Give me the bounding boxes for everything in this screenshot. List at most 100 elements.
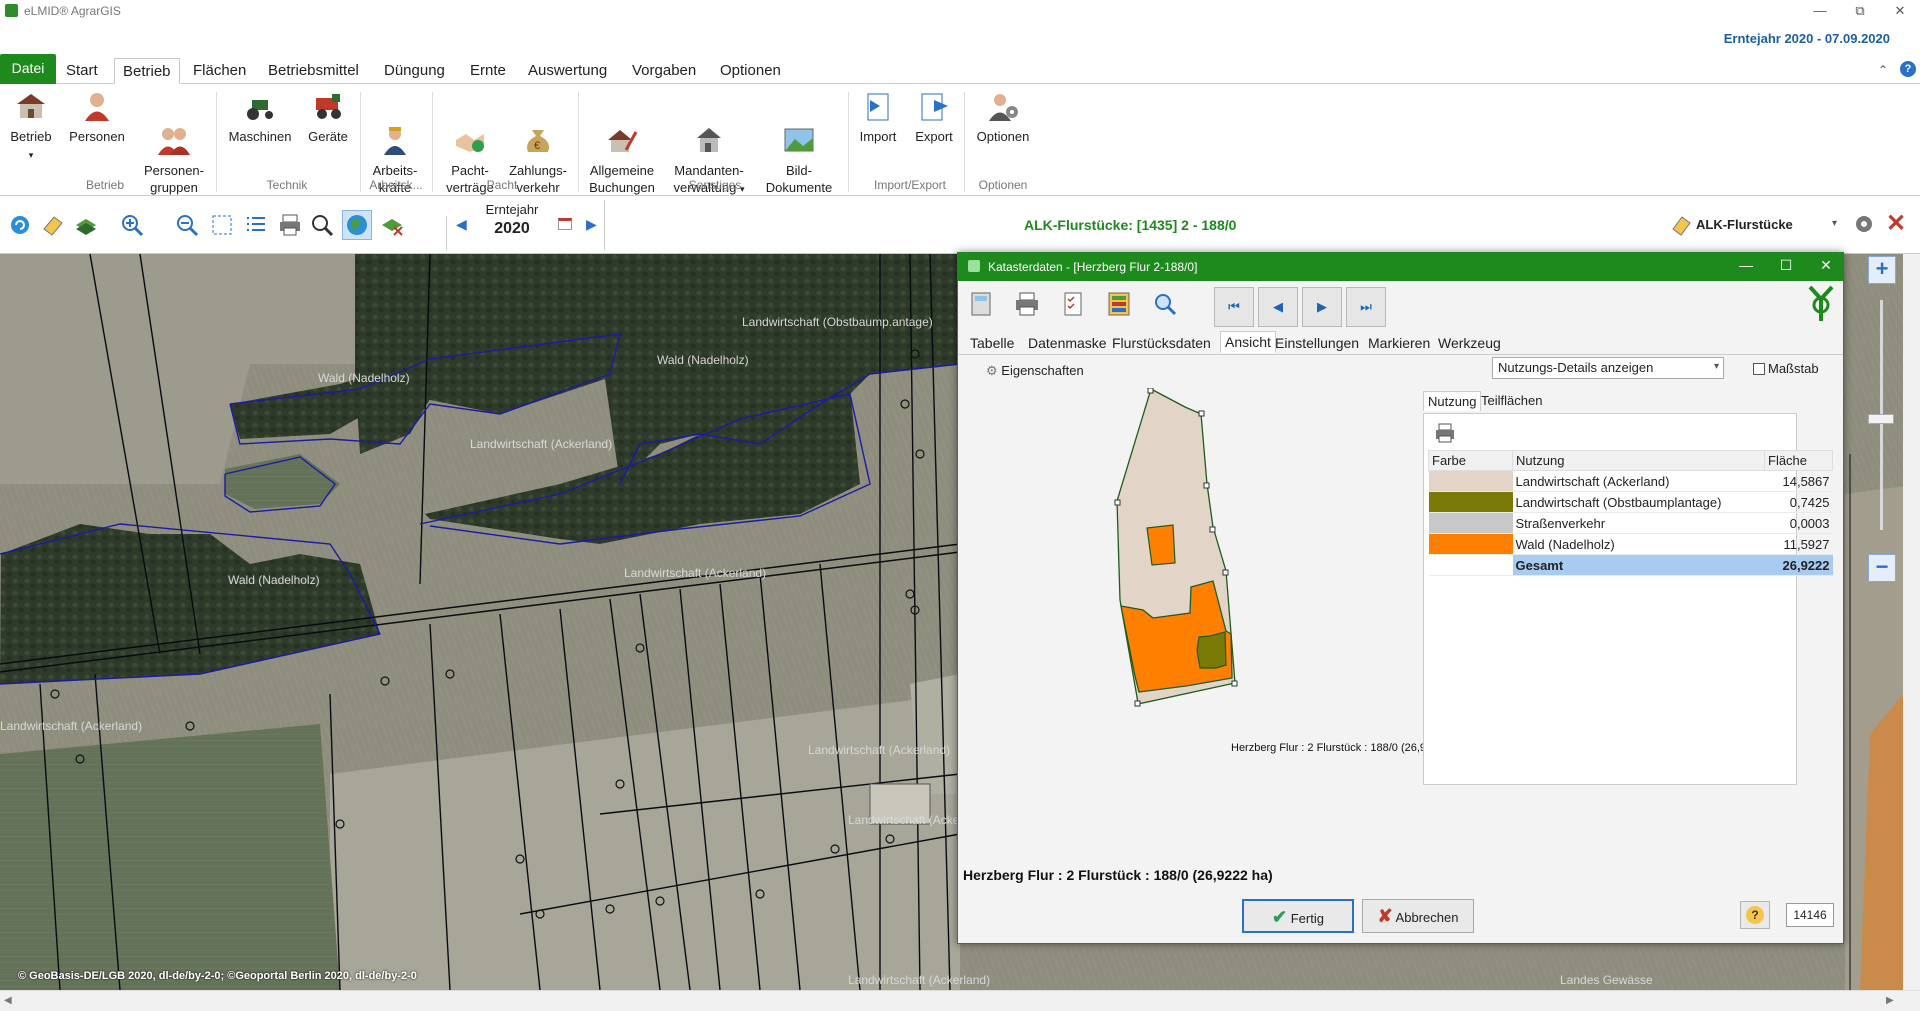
table-row[interactable]: Landwirtschaft (Obstbaumplantage) 0,7425 (1428, 491, 1833, 513)
first-record-icon[interactable]: ⏮ (1214, 287, 1254, 327)
ribbon-personen-button[interactable]: Personen (66, 90, 128, 145)
search-icon[interactable] (1152, 291, 1178, 317)
ribbon-personengruppen-button[interactable]: Personen- gruppen (138, 90, 210, 196)
collapse-ribbon-icon[interactable]: ⌃ (1878, 63, 1888, 77)
zoom-out-icon[interactable] (175, 213, 199, 237)
close-map-icon[interactable]: ✕ (1886, 209, 1906, 238)
ribbon-bild-dokumente-button[interactable]: Bild- Dokumente (758, 90, 840, 196)
gear-icon: ⚙ (986, 363, 998, 378)
restore-icon[interactable]: ⧉ (1840, 2, 1880, 20)
eigenschaften-button[interactable]: ⚙ Eigenschaften (986, 363, 1084, 379)
close-window-icon[interactable]: ✕ (1880, 2, 1920, 20)
last-record-icon[interactable]: ⏭ (1346, 287, 1386, 327)
zoom-in-button[interactable]: + (1868, 256, 1896, 284)
print-icon[interactable] (1014, 291, 1040, 317)
menu-tab-duengung[interactable]: Düngung (376, 58, 453, 84)
print-icon[interactable] (278, 213, 302, 237)
tab-werkzeug[interactable]: Werkzeug (1434, 333, 1505, 353)
ribbon-betrieb-button[interactable]: Betrieb ▾ (6, 90, 56, 164)
season-date-label: Erntejahr 2020 - 07.09.2020 (1723, 31, 1890, 46)
ribbon-import-button[interactable]: Import (856, 90, 900, 145)
massstab-checkbox[interactable]: Maßstab (1753, 361, 1819, 376)
menu-tab-betriebsmittel[interactable]: Betriebsmittel (260, 58, 367, 84)
column-header[interactable]: Nutzung (1512, 450, 1765, 471)
ribbon-geraete-button[interactable]: Geräte (302, 90, 354, 145)
dialog-maximize-icon[interactable]: ☐ (1771, 257, 1801, 274)
remove-layer-icon[interactable] (380, 213, 404, 237)
view-mode-select[interactable]: Nutzungs-Details anzeigen ▾ (1492, 357, 1724, 379)
table-row[interactable]: Landwirtschaft (Ackerland) 14,5867 (1428, 470, 1833, 492)
eraser-icon[interactable] (40, 213, 64, 237)
chevron-down-icon: ▾ (1832, 218, 1838, 229)
tab-datenmaske[interactable]: Datenmaske (1024, 333, 1111, 353)
menu-tab-start[interactable]: Start (58, 58, 106, 84)
calculator-icon[interactable] (968, 291, 994, 317)
refresh-icon[interactable] (8, 213, 32, 237)
nutzung-cell: Wald (Nadelholz) (1512, 533, 1765, 555)
help-icon[interactable]: ? (1900, 61, 1916, 77)
column-header[interactable]: Fläche (1764, 450, 1833, 471)
layer-select[interactable]: ALK-Flurstücke ▾ (1670, 213, 1842, 237)
ribbon-export-button[interactable]: Export (910, 90, 958, 145)
picture-icon (783, 107, 815, 152)
tab-nutzung[interactable]: Nutzung (1423, 391, 1482, 411)
menu-tab-flaechen[interactable]: Flächen (185, 58, 254, 84)
tractor-icon (244, 90, 276, 122)
ribbon-optionen-button[interactable]: Optionen (972, 90, 1034, 145)
gear-icon[interactable] (1852, 212, 1876, 239)
list-icon[interactable] (244, 213, 268, 237)
horizontal-scrollbar[interactable]: ◀ ▶ (0, 990, 1920, 1011)
search-icon[interactable] (310, 213, 334, 237)
menu-tab-ernte[interactable]: Ernte (462, 58, 514, 84)
harvester-icon (312, 90, 344, 122)
dialog-close-icon[interactable]: ✕ (1811, 257, 1841, 274)
tab-ansicht[interactable]: Ansicht (1220, 331, 1276, 353)
dialog-minimize-icon[interactable]: — (1731, 257, 1761, 273)
next-year-icon[interactable]: ▶ (586, 216, 597, 233)
import-icon (862, 90, 894, 122)
minimize-icon[interactable]: — (1800, 2, 1840, 20)
scroll-left-icon[interactable]: ◀ (4, 995, 12, 1006)
ribbon-allgemeine-buchungen-button[interactable]: Allgemeine Buchungen (584, 90, 660, 196)
prev-record-icon[interactable]: ◀ (1258, 287, 1298, 327)
zoom-out-button[interactable]: − (1868, 554, 1896, 582)
abbrechen-label: Abbrechen (1395, 910, 1459, 925)
menu-tab-vorgaben[interactable]: Vorgaben (624, 58, 704, 84)
column-header[interactable]: Farbe (1428, 450, 1513, 471)
map-label: Landwirtschaft (Ackerland) (0, 719, 142, 733)
tab-markieren[interactable]: Markieren (1364, 333, 1434, 353)
menu-tab-betrieb[interactable]: Betrieb (114, 58, 180, 84)
select-rectangle-icon[interactable] (210, 213, 234, 237)
checklist-icon[interactable] (1060, 291, 1086, 317)
total-row[interactable]: Gesamt 26,9222 (1428, 554, 1833, 576)
zoom-slider-thumb[interactable] (1868, 414, 1894, 424)
dialog-help-button[interactable]: ? (1740, 901, 1770, 929)
next-record-icon[interactable]: ▶ (1302, 287, 1342, 327)
globe-icon[interactable] (342, 210, 372, 240)
tab-flurstuecksdaten[interactable]: Flurstücksdaten (1108, 333, 1215, 353)
parcel-preview: Herzberg Flur : 2 Flurstück : 188/0 (26,… (963, 387, 1426, 786)
table-row[interactable]: Wald (Nadelholz) 11,5927 (1428, 533, 1833, 555)
dialog-app-icon (968, 260, 980, 272)
flaeche-cell: 11,5927 (1764, 533, 1833, 555)
scroll-right-icon[interactable]: ▶ (1886, 995, 1894, 1006)
map-copyright: © GeoBasis-DE/LGB 2020, dl-de/by-2-0; ©G… (18, 970, 417, 982)
calendar-icon[interactable] (558, 218, 572, 230)
layers-icon[interactable] (74, 213, 98, 237)
print-icon[interactable] (1434, 422, 1456, 447)
fertig-button[interactable]: ✔ Fertig (1242, 899, 1354, 933)
menu-tab-optionen[interactable]: Optionen (712, 58, 789, 84)
tab-einstellungen[interactable]: Einstellungen (1271, 333, 1363, 353)
color-table-icon[interactable] (1106, 291, 1132, 317)
tab-teilflaechen[interactable]: Teilflächen (1477, 391, 1546, 410)
table-row[interactable]: Straßenverkehr 0,0003 (1428, 512, 1833, 534)
tab-tabelle[interactable]: Tabelle (966, 333, 1018, 353)
vertical-scrollbar[interactable] (1903, 254, 1920, 990)
abbrechen-button[interactable]: ✘ Abbrechen (1362, 899, 1474, 933)
flaeche-cell: 14,5867 (1764, 470, 1833, 492)
color-swatch (1428, 491, 1513, 513)
menu-tab-datei[interactable]: Datei (0, 54, 56, 84)
zoom-in-icon[interactable] (120, 213, 144, 237)
menu-tab-auswertung[interactable]: Auswertung (520, 58, 615, 84)
ribbon-maschinen-button[interactable]: Maschinen (224, 90, 296, 145)
